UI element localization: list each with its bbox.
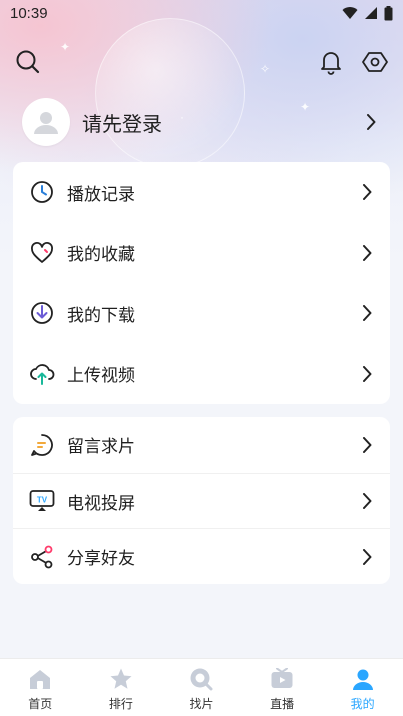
tab-home[interactable]: 首页 xyxy=(0,659,81,716)
menu-item-request-film[interactable]: 留言求片 xyxy=(13,417,390,473)
menu-item-tv-cast[interactable]: TV 电视投屏 xyxy=(13,472,390,529)
tab-live[interactable]: 直播 xyxy=(242,659,323,716)
upload-cloud-icon xyxy=(29,361,55,387)
chevron-right-icon xyxy=(360,304,374,322)
chevron-right-icon xyxy=(360,436,374,454)
menu-item-label: 我的收藏 xyxy=(67,245,135,265)
profile-icon xyxy=(351,667,375,691)
wifi-icon xyxy=(342,7,358,20)
top-bar xyxy=(15,48,388,80)
tab-label: 找片 xyxy=(189,697,214,711)
download-icon xyxy=(29,300,55,326)
profile-login-row[interactable]: 请先登录 xyxy=(22,98,378,146)
tab-label: 首页 xyxy=(28,697,53,711)
menu-item-label: 上传视频 xyxy=(67,366,135,386)
menu-item-favorites[interactable]: 我的收藏 xyxy=(13,223,390,284)
status-icons xyxy=(342,5,393,21)
svg-text:TV: TV xyxy=(37,496,48,505)
status-bar: 10:39 xyxy=(0,0,403,26)
chevron-right-icon xyxy=(364,113,378,131)
bottom-tab-bar: 首页 排行 找片 直播 我的 xyxy=(0,658,403,716)
tab-ranking[interactable]: 排行 xyxy=(81,659,162,716)
share-icon xyxy=(29,544,55,570)
menu-item-label: 留言求片 xyxy=(67,437,135,457)
menu-item-downloads[interactable]: 我的下载 xyxy=(13,283,390,344)
settings-hexagon-icon[interactable] xyxy=(362,49,388,80)
menu-card-secondary: 留言求片 TV 电视投屏 分享好友 xyxy=(13,417,390,584)
default-user-icon xyxy=(34,112,58,134)
tv-cast-icon: TV xyxy=(29,488,55,514)
tab-find-film[interactable]: 找片 xyxy=(161,659,242,716)
signal-icon xyxy=(365,7,377,19)
menu-item-history[interactable]: 播放记录 xyxy=(13,162,390,223)
tab-label: 排行 xyxy=(108,697,133,711)
menu-item-upload[interactable]: 上传视频 xyxy=(13,344,390,405)
menu-item-label: 分享好友 xyxy=(67,549,135,569)
status-time: 10:39 xyxy=(10,4,48,22)
search-icon[interactable] xyxy=(15,49,41,80)
avatar xyxy=(22,98,70,146)
message-icon xyxy=(29,432,55,458)
menu-card-primary: 播放记录 我的收藏 我的下载 上传视频 xyxy=(13,162,390,404)
battery-icon xyxy=(384,5,393,20)
home-icon xyxy=(28,667,52,691)
notification-bell-icon[interactable] xyxy=(318,49,344,80)
tab-label: 我的 xyxy=(350,697,375,711)
menu-item-label: 我的下载 xyxy=(67,305,135,325)
tab-label: 直播 xyxy=(270,697,295,711)
history-clock-icon xyxy=(29,179,55,205)
search-film-icon xyxy=(189,667,213,691)
heart-icon xyxy=(29,240,55,266)
chevron-right-icon xyxy=(360,183,374,201)
menu-item-label: 播放记录 xyxy=(67,184,135,204)
chevron-right-icon xyxy=(360,492,374,510)
chevron-right-icon xyxy=(360,548,374,566)
menu-item-label: 电视投屏 xyxy=(67,493,135,513)
star-icon xyxy=(109,667,133,691)
tab-profile[interactable]: 我的 xyxy=(322,659,403,716)
live-icon xyxy=(270,667,294,691)
chevron-right-icon xyxy=(360,244,374,262)
menu-item-share[interactable]: 分享好友 xyxy=(13,528,390,584)
chevron-right-icon xyxy=(360,365,374,383)
login-prompt: 请先登录 xyxy=(82,113,162,136)
